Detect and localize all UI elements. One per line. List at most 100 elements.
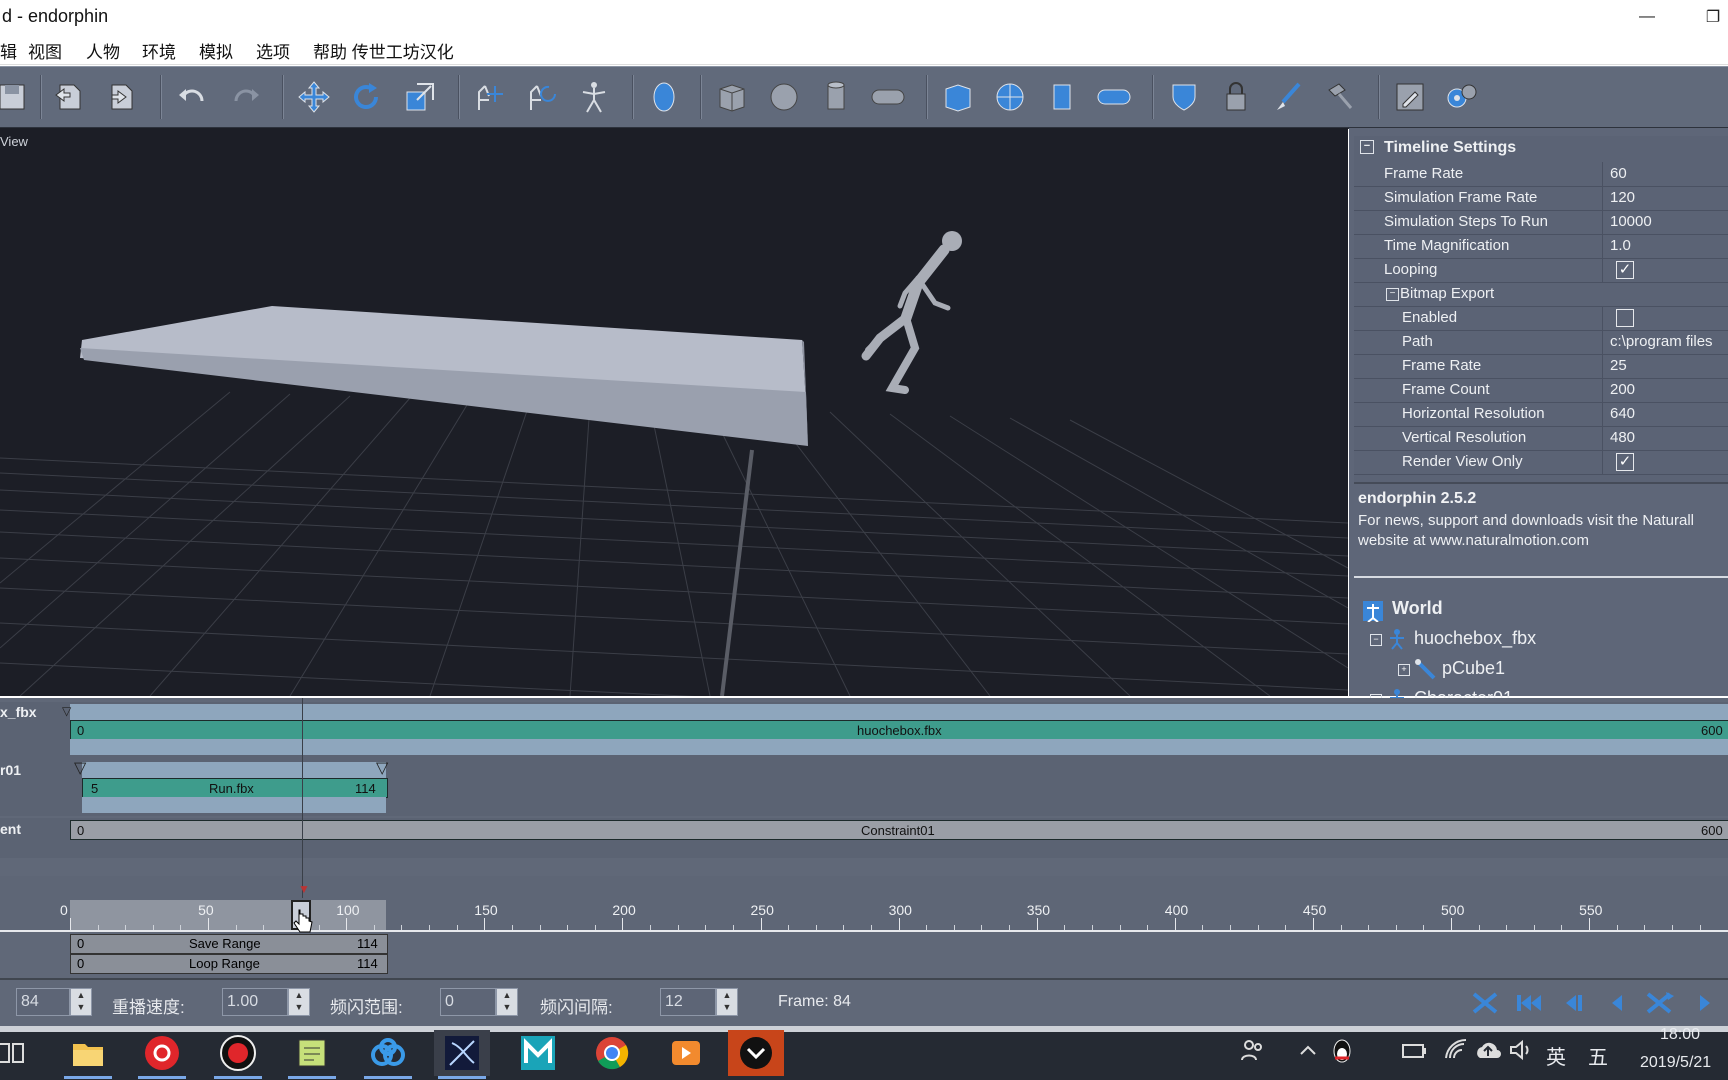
taskbar-netease-music[interactable] [134,1030,190,1076]
bitmap-export-header[interactable]: − Bitmap Export [1354,282,1728,307]
head-button[interactable] [642,75,686,119]
simulate-button[interactable] [1644,988,1676,1018]
character-pose-button[interactable] [572,75,616,119]
tray-expand-button[interactable] [1298,1040,1318,1065]
speed-input[interactable]: 1.00 [222,988,288,1016]
expand-icon[interactable]: + [1398,664,1410,676]
prop-frame-rate[interactable]: Frame Rate 60 [1354,162,1728,187]
flash-range-input[interactable]: 0 [440,988,496,1016]
bone-rotate-button[interactable] [520,75,564,119]
collapse-icon[interactable]: − [1360,140,1374,154]
clip-start-marker[interactable]: ▽ [62,704,71,718]
tray-qq-icon[interactable] [1330,1038,1354,1069]
prop-bitmap-frame-rate[interactable]: Frame Rate 25 [1354,354,1728,379]
step-back-button[interactable] [1558,988,1588,1018]
menu-options[interactable]: 选项 [256,38,290,63]
bone-move-button[interactable] [468,75,512,119]
minimize-button[interactable]: — [1624,0,1670,34]
taskbar-recorder[interactable] [210,1030,266,1076]
clock-date[interactable]: 2019/5/21 [1640,1054,1711,1072]
edit-button[interactable] [1388,75,1432,119]
spinner-up-icon[interactable]: ▲ [503,990,512,1000]
blue-sphere-button[interactable] [988,75,1032,119]
menu-help[interactable]: 帮助 传世工坊汉化 [313,38,454,63]
spinner-up-icon[interactable]: ▲ [295,990,304,1000]
export-button[interactable] [100,75,144,119]
playhead-marker[interactable]: ▼ [298,882,310,896]
brush-button[interactable] [1266,75,1310,119]
taskbar-chrome[interactable] [584,1030,640,1076]
save-range[interactable]: 0 Save Range 114 [70,934,388,954]
spinner-up-icon[interactable]: ▲ [77,990,86,1000]
frame-spinner[interactable]: ▲ ▼ [70,988,92,1016]
prop-horizontal-resolution[interactable]: Horizontal Resolution 640 [1354,402,1728,427]
tray-battery-icon[interactable] [1402,1040,1428,1067]
prop-enabled[interactable]: Enabled [1354,306,1728,331]
clip-end-marker[interactable]: ▽ [376,758,388,778]
restore-button[interactable]: ❐ [1690,0,1728,34]
collapse-icon[interactable]: − [1386,288,1399,301]
add-sphere-button[interactable] [762,75,806,119]
taskbar-app-notes[interactable] [284,1030,340,1076]
taskbar-baidu-netdisk[interactable] [360,1030,416,1076]
import-button[interactable] [48,75,92,119]
taskbar-active-app[interactable] [728,1030,784,1076]
3d-viewport[interactable]: View [0,128,1348,696]
hammer-button[interactable] [1318,75,1362,119]
prop-looping[interactable]: Looping ✓ [1354,258,1728,283]
taskbar-maya[interactable] [510,1030,566,1076]
menu-environment[interactable]: 环境 [142,38,176,63]
menu-view[interactable]: 视图 [28,38,62,63]
redo-button[interactable] [224,75,268,119]
clip-constraint[interactable]: 0 Constraint01 600 [70,820,1728,840]
undo-button[interactable] [170,75,214,119]
menu-character[interactable]: 人物 [86,38,120,63]
task-view-button[interactable] [0,1030,38,1076]
move-tool-button[interactable] [292,75,336,119]
blue-box-button[interactable] [936,75,980,119]
spinner-down-icon[interactable]: ▼ [295,1002,304,1012]
clip-start-marker[interactable]: ▽ [74,758,86,778]
tray-network-icon[interactable] [1444,1038,1468,1067]
flash-range-spinner[interactable]: ▲ ▼ [496,988,518,1016]
spinner-up-icon[interactable]: ▲ [723,990,732,1000]
add-cylinder-button[interactable] [814,75,858,119]
prop-simulation-frame-rate[interactable]: Simulation Frame Rate 120 [1354,186,1728,211]
clock-time[interactable]: 18:00 [1660,1026,1700,1044]
go-to-start-button[interactable] [1514,988,1544,1018]
taskbar-endorphin[interactable] [434,1030,490,1076]
clip-huochebox[interactable]: 0 huochebox.fbx 600 [70,720,1728,740]
prop-path[interactable]: Path c:\program files [1354,330,1728,355]
speed-spinner[interactable]: ▲ ▼ [288,988,310,1016]
shield-button[interactable] [1162,75,1206,119]
render-view-only-checkbox[interactable]: ✓ [1616,453,1634,471]
prop-vertical-resolution[interactable]: Vertical Resolution 480 [1354,426,1728,451]
taskbar-file-explorer[interactable] [60,1030,116,1076]
collapse-icon[interactable]: − [1370,634,1382,646]
enabled-checkbox[interactable] [1616,309,1634,327]
rotate-tool-button[interactable] [344,75,388,119]
save-button[interactable] [0,75,34,119]
ime-indicator[interactable]: 英 [1546,1041,1566,1070]
menu-edit[interactable]: 辑 [0,38,17,63]
add-box-button[interactable] [710,75,754,119]
clip-run[interactable]: 5 Run.fbx 114 [82,778,388,798]
prop-render-view-only[interactable]: Render View Only ✓ [1354,450,1728,475]
tray-volume-icon[interactable] [1508,1038,1534,1067]
prop-frame-count[interactable]: Frame Count 200 [1354,378,1728,403]
flash-interval-spinner[interactable]: ▲ ▼ [716,988,738,1016]
tray-cloud-icon[interactable] [1474,1038,1502,1067]
blue-cylinder-button[interactable] [1040,75,1084,119]
settings-button[interactable] [1440,75,1484,119]
looping-checkbox[interactable]: ✓ [1616,261,1634,279]
ime-mode-indicator[interactable]: 五 [1588,1041,1608,1070]
add-capsule-button[interactable] [866,75,910,119]
scale-tool-button[interactable] [398,75,442,119]
play-reverse-button[interactable] [1602,988,1632,1018]
flash-interval-input[interactable]: 12 [660,988,716,1016]
reset-button[interactable] [1470,988,1500,1018]
spinner-down-icon[interactable]: ▼ [77,1002,86,1012]
prop-simulation-steps[interactable]: Simulation Steps To Run 10000 [1354,210,1728,235]
menu-simulate[interactable]: 模拟 [199,38,233,63]
play-button[interactable] [1690,988,1720,1018]
